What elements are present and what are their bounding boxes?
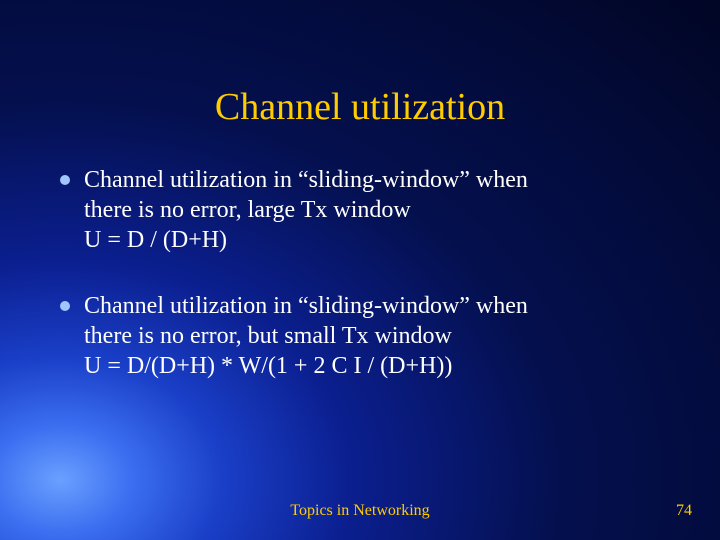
bullet-line: Channel utilization in “sliding-window” …	[84, 291, 680, 321]
page-number: 74	[676, 502, 692, 520]
bullet-item: Channel utilization in “sliding-window” …	[60, 291, 680, 381]
bullet-icon	[60, 301, 70, 311]
bullet-line: there is no error, large Tx window	[84, 195, 680, 225]
slide-title: Channel utilization	[0, 85, 720, 129]
footer-text: Topics in Networking	[0, 502, 720, 520]
bullet-icon	[60, 175, 70, 185]
bullet-text: Channel utilization in “sliding-window” …	[84, 165, 680, 255]
bullet-text: Channel utilization in “sliding-window” …	[84, 291, 680, 381]
bullet-line: U = D/(D+H) * W/(1 + 2 C I / (D+H))	[84, 351, 680, 381]
slide-content: Channel utilization in “sliding-window” …	[60, 165, 680, 417]
bullet-line: there is no error, but small Tx window	[84, 321, 680, 351]
bullet-line: Channel utilization in “sliding-window” …	[84, 165, 680, 195]
bullet-item: Channel utilization in “sliding-window” …	[60, 165, 680, 255]
slide: Channel utilization Channel utilization …	[0, 0, 720, 540]
bullet-line: U = D / (D+H)	[84, 225, 680, 255]
